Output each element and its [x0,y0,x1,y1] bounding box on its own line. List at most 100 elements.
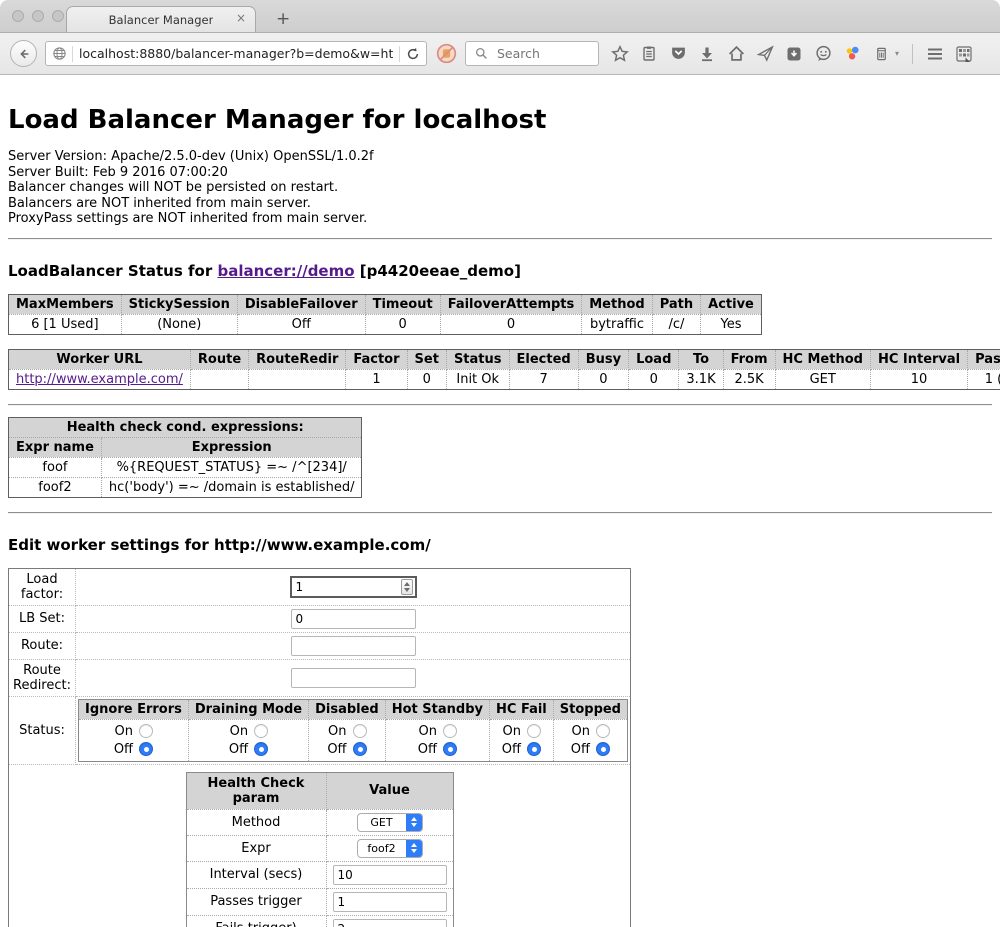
worker-url-link[interactable]: http://www.example.com/ [16,372,183,387]
hc-row: Expr foof2 [186,835,453,861]
status-radio-group: OnOff [315,722,379,759]
back-arrow-icon [17,47,31,61]
nav-toolbar: ▾ [0,33,1000,75]
form-row-status: Status: Ignore ErrorsDraining ModeDisabl… [9,696,631,764]
edit-worker-form: Load factor: LB Set: Route: [8,568,631,927]
reading-list-icon[interactable] [640,45,658,63]
hc-param-label: Fails trigger) [186,915,326,927]
column-header: Passes [968,349,1000,369]
status-on-radio[interactable] [527,724,541,738]
radio-label: On [571,724,590,739]
search-icon [472,45,490,63]
hc-row: Interval (secs) [186,861,453,888]
minimize-window-button[interactable] [32,10,44,22]
radio-label: Off [571,742,590,757]
load-factor-input[interactable] [290,576,417,598]
column-header: FailoverAttempts [440,294,582,314]
interval-secs-input[interactable] [333,865,447,885]
new-tab-button[interactable]: + [270,6,296,32]
chevron-down-icon[interactable]: ▾ [895,49,899,58]
bookmarks-grid-icon[interactable] [955,45,973,63]
lb-set-label: LB Set: [9,605,76,632]
zoom-window-button[interactable] [52,10,64,22]
route-redirect-label: Route Redirect: [9,659,76,696]
method-select[interactable]: GET [357,813,423,832]
status-column-header: HC Fail [490,699,554,719]
expr-table-title: Health check cond. expressions: [9,417,362,437]
form-row-lb-set: LB Set: [9,605,631,632]
adblock-icon[interactable] [435,43,457,65]
server-info-line: Server Version: Apache/2.5.0-dev (Unix) … [8,149,992,165]
form-row-load-factor: Load factor: [9,568,631,605]
status-on-radio[interactable] [254,724,268,738]
hc-param-label: Passes trigger [186,888,326,915]
radio-label: Off [418,742,437,757]
close-window-button[interactable] [12,10,24,22]
status-heading-suffix: [p4420eeae_demo] [360,262,521,280]
table-row: http://www.example.com/10Init Ok7003.1K2… [9,369,1000,389]
screenshot-icon[interactable] [785,45,803,63]
lb-set-input[interactable] [291,609,416,629]
column-header: Busy [578,349,628,369]
status-on-radio[interactable] [353,724,367,738]
radio-label: Off [327,742,346,757]
download-icon[interactable] [698,45,716,63]
browser-tab[interactable]: Balancer Manager × [66,6,256,32]
column-header: Expression [101,437,362,457]
radio-label: Off [229,742,248,757]
column-header: To [679,349,723,369]
route-redirect-input[interactable] [291,668,416,688]
status-radio-group: OnOff [496,722,547,759]
send-icon[interactable] [756,45,774,63]
toolbar-icons: ▾ [611,44,973,64]
route-input[interactable] [291,636,416,656]
radio-label: On [418,724,437,739]
menu-icon[interactable] [926,45,944,63]
status-off-radio[interactable] [139,742,153,756]
pocket-icon[interactable] [669,45,687,63]
status-off-radio[interactable] [254,742,268,756]
number-stepper-icon[interactable] [401,579,413,595]
status-off-radio[interactable] [596,742,610,756]
url-input[interactable] [77,45,395,62]
search-input[interactable] [495,45,592,62]
hc-param-label: Method [186,809,326,835]
hc-param-label: Expr [186,835,326,861]
status-column-header: Ignore Errors [79,699,189,719]
tab-close-icon[interactable]: × [236,12,246,24]
containers-icon[interactable] [872,45,890,63]
colorful-extension-icon[interactable] [843,45,861,63]
server-info-line: Balancer changes will NOT be persisted o… [8,180,992,196]
form-row-route-redirect: Route Redirect: [9,659,631,696]
chat-icon[interactable] [814,45,832,63]
expr-select[interactable]: foof2 [357,839,423,858]
table-row: foof2hc('body') =~ /domain is establishe… [9,477,362,497]
select-value: foof2 [358,840,406,857]
balancer-link[interactable]: balancer://demo [217,262,354,280]
server-info: Server Version: Apache/2.5.0-dev (Unix) … [8,149,992,227]
status-off-radio[interactable] [527,742,541,756]
status-off-radio[interactable] [353,742,367,756]
load-factor-label: Load factor: [9,568,76,605]
bookmark-star-icon[interactable] [611,45,629,63]
passes-trigger-input[interactable] [333,892,447,912]
server-info-line: Server Built: Feb 9 2016 07:00:20 [8,165,992,181]
browser-window: Balancer Manager × + [0,0,1000,927]
status-on-radio[interactable] [139,724,153,738]
reload-icon[interactable] [404,45,422,63]
form-row-route: Route: [9,632,631,659]
status-on-radio[interactable] [443,724,457,738]
urlbar-divider [399,46,400,62]
status-heading-prefix: LoadBalancer Status for [8,262,212,280]
status-off-radio[interactable] [443,742,457,756]
hc-param-label: Interval (secs) [186,861,326,888]
status-column-header: Hot Standby [385,699,489,719]
back-button[interactable] [10,40,37,67]
column-header: Expr name [9,437,102,457]
page-title: Load Balancer Manager for localhost [8,105,992,135]
route-label: Route: [9,632,76,659]
load-factor-field[interactable] [292,580,401,594]
fails-trigger-input[interactable] [333,919,447,927]
home-icon[interactable] [727,45,745,63]
status-on-radio[interactable] [596,724,610,738]
